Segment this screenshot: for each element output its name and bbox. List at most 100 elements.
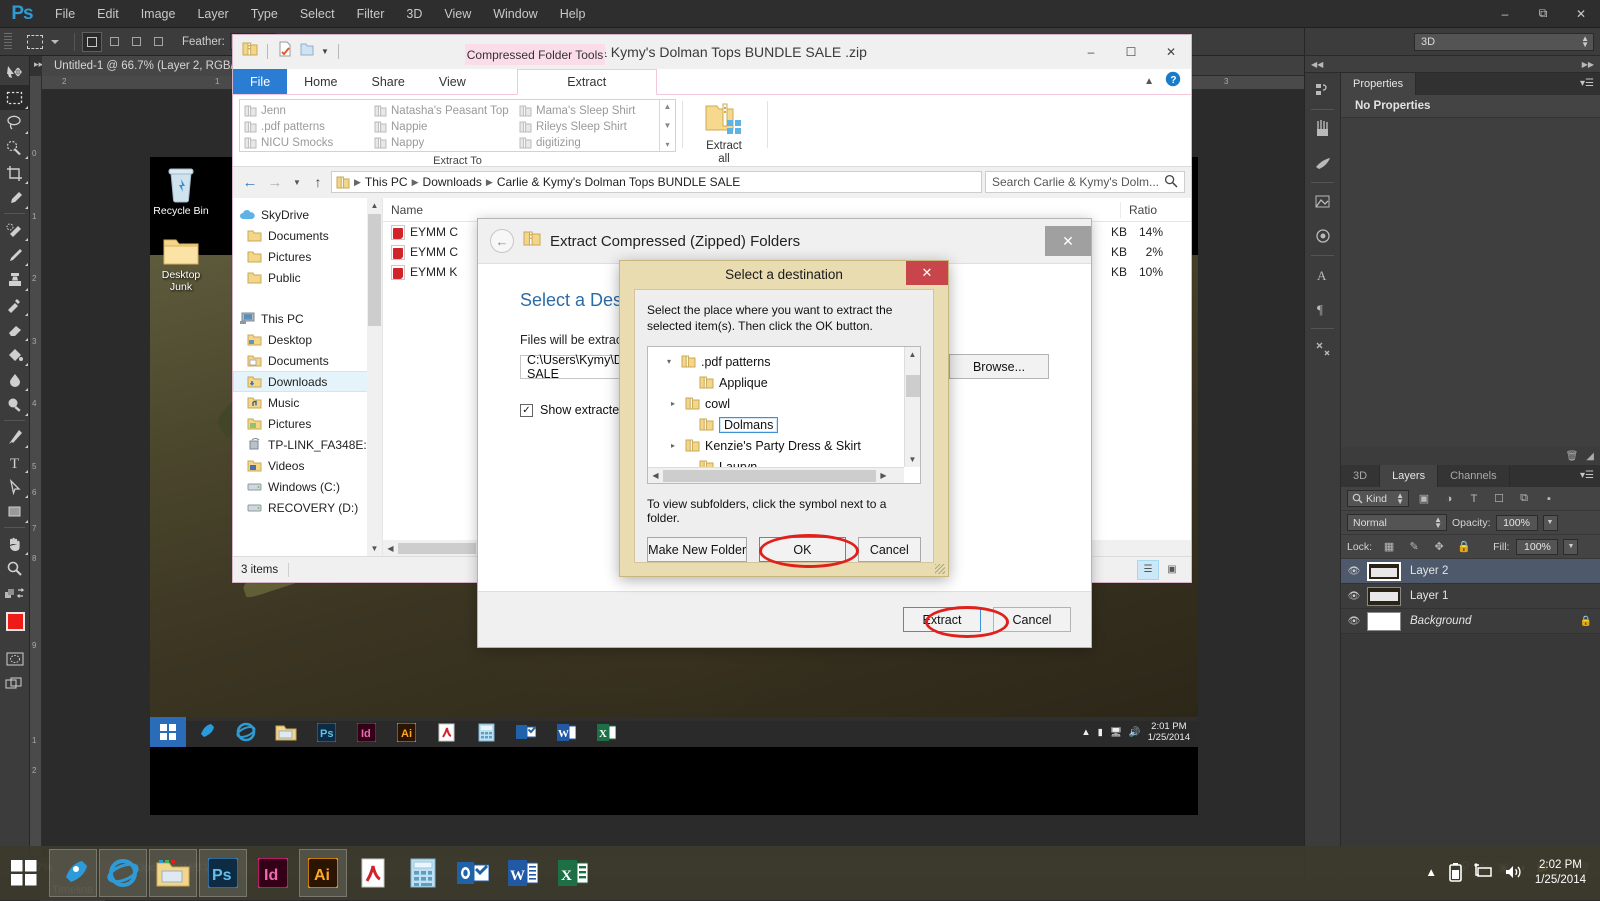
menu-filter[interactable]: Filter — [346, 0, 396, 28]
lock-transparency-icon[interactable]: ▦ — [1379, 538, 1399, 556]
document-tab[interactable]: Untitled-1 @ 66.7% (Layer 2, RGB/8 — [42, 56, 254, 76]
scrollbar-thumb[interactable] — [663, 469, 876, 482]
sidebar-item-skydrive[interactable]: SkyDrive — [233, 204, 382, 225]
marquee-tool-icon[interactable] — [27, 34, 43, 49]
extract-button[interactable]: Extract — [903, 607, 981, 632]
tab-channels[interactable]: Channels — [1438, 465, 1510, 487]
taskbar-indesign-icon[interactable]: Id — [249, 849, 297, 897]
tab-properties[interactable]: Properties — [1341, 73, 1417, 95]
history-brush-tool-icon[interactable] — [0, 292, 29, 317]
dodge-tool-icon[interactable] — [0, 392, 29, 417]
layer-thumbnail[interactable] — [1367, 586, 1401, 606]
move-tool-icon[interactable] — [0, 60, 29, 85]
pen-tool-icon[interactable] — [0, 424, 29, 449]
layer-row-layer-2[interactable]: 👁 Layer 2 — [1341, 559, 1600, 584]
tab-file[interactable]: File — [233, 69, 288, 94]
gallery-item[interactable]: Natasha's Peasant Top — [374, 103, 515, 119]
taskbar-word-icon[interactable]: W — [499, 849, 547, 897]
menu-file[interactable]: File — [44, 0, 86, 28]
extract-destination-gallery[interactable]: Jenn .pdf patterns NICU Smocks Natasha's… — [239, 99, 676, 152]
taskbar-excel-icon[interactable]: X — [549, 849, 597, 897]
eyedropper-tool-icon[interactable] — [0, 185, 29, 210]
navigation-pane-scrollbar[interactable]: ▲ ▼ — [367, 198, 382, 556]
cancel-button[interactable]: Cancel — [857, 537, 921, 562]
tree-node-applique[interactable]: Applique — [648, 372, 904, 393]
make-new-folder-button[interactable]: Make New Folder — [647, 537, 748, 562]
chevron-down-icon[interactable]: ▼ — [321, 47, 329, 56]
filter-adjustment-icon[interactable]: ◑ — [1439, 490, 1459, 508]
scrollbar-thumb[interactable] — [906, 375, 920, 397]
desktop-icon-recycle-bin[interactable]: Recycle Bin — [150, 165, 212, 217]
breadcrumb-this-pc[interactable]: This PC — [365, 175, 408, 189]
menu-image[interactable]: Image — [130, 0, 187, 28]
brush-rail-icon[interactable] — [1305, 146, 1340, 180]
up-button[interactable]: ↑ — [308, 174, 328, 190]
search-input[interactable]: Search Carlie & Kymy's Dolm... — [985, 171, 1185, 193]
taskbar-acrobat-icon[interactable] — [349, 849, 397, 897]
spinner-icon[interactable]: ▲ ▼ — [1434, 516, 1442, 530]
collapse-ribbon-icon[interactable]: ▲ — [1144, 76, 1154, 87]
tab-home[interactable]: Home — [287, 69, 354, 94]
sidebar-item-pictures[interactable]: Pictures — [233, 413, 382, 434]
breadcrumb[interactable]: ▶ This PC ▶ Downloads ▶ Carlie & Kymy's … — [331, 171, 982, 193]
tray-expand-icon[interactable]: ▲ — [1425, 867, 1436, 879]
gallery-item[interactable]: .pdf patterns — [244, 119, 370, 135]
history-rail-icon[interactable] — [1305, 73, 1340, 107]
filter-smart-object-icon[interactable]: ⧉ — [1514, 490, 1534, 508]
properties-icon[interactable] — [277, 41, 293, 62]
foreground-color-swatch[interactable] — [6, 612, 25, 631]
explorer-titlebar[interactable]: ▼ Carlie & Kymy's Dolman Tops BUNDLE SAL… — [233, 35, 1191, 69]
minimize-icon[interactable]: – — [1071, 35, 1111, 69]
clone-stamp-tool-icon[interactable] — [0, 267, 29, 292]
lasso-tool-icon[interactable] — [0, 110, 29, 135]
taskbar-rocket-icon[interactable] — [186, 717, 226, 747]
tab-share[interactable]: Share — [355, 69, 422, 94]
quick-mask-icon[interactable] — [0, 646, 29, 671]
opacity-dropdown-icon[interactable]: ▼ — [1542, 514, 1558, 531]
layer-thumbnail[interactable] — [1367, 611, 1401, 631]
sidebar-item-public[interactable]: Public — [233, 267, 382, 288]
gallery-item[interactable]: Nappy — [374, 135, 515, 151]
brush-presets-rail-icon[interactable] — [1305, 112, 1340, 146]
sidebar-item-pictures-skydrive[interactable]: Pictures — [233, 246, 382, 267]
healing-brush-tool-icon[interactable] — [0, 217, 29, 242]
large-icons-view-button[interactable]: ▣ — [1161, 560, 1183, 580]
search-icon[interactable] — [1164, 174, 1178, 191]
add-selection-button[interactable] — [104, 32, 124, 52]
volume-icon[interactable] — [1505, 864, 1523, 883]
taskbar-internet-explorer-icon[interactable] — [99, 849, 147, 897]
crop-tool-icon[interactable] — [0, 160, 29, 185]
rectangle-tool-icon[interactable] — [0, 499, 29, 524]
subtract-selection-button[interactable] — [126, 32, 146, 52]
blend-mode-select[interactable]: Normal ▲ ▼ — [1347, 514, 1447, 531]
taskbar-word-icon[interactable]: W — [546, 717, 586, 747]
captured-clock[interactable]: 2:01 PM 1/25/2014 — [1148, 721, 1190, 743]
gallery-item[interactable]: digitizing — [519, 135, 655, 151]
layer-visibility-icon[interactable]: 👁 — [1341, 566, 1367, 577]
layer-row-layer-1[interactable]: 👁 Layer 1 — [1341, 584, 1600, 609]
taskbar-photoshop-icon[interactable]: Ps — [306, 717, 346, 747]
scroll-down-icon[interactable]: ▼ — [367, 541, 382, 556]
menu-help[interactable]: Help — [549, 0, 597, 28]
taskbar-rocket-icon[interactable] — [49, 849, 97, 897]
close-icon[interactable]: ✕ — [1045, 226, 1091, 256]
options-bar-grip[interactable] — [4, 32, 12, 51]
tree-node-dolmans[interactable]: Dolmans — [648, 414, 904, 435]
taskbar-calculator-icon[interactable] — [399, 849, 447, 897]
edit-toolbar-icon[interactable] — [0, 581, 29, 606]
browse-button[interactable]: Browse... — [949, 354, 1049, 379]
layer-visibility-icon[interactable]: 👁 — [1341, 591, 1367, 602]
collapse-right-icon[interactable]: ▶▶ — [1582, 60, 1594, 69]
destination-dialog-titlebar[interactable]: Select a destination ✕ — [620, 261, 948, 287]
menu-type[interactable]: Type — [240, 0, 289, 28]
tab-layers[interactable]: Layers — [1380, 465, 1439, 487]
help-icon[interactable]: ? — [1165, 71, 1181, 92]
close-icon[interactable]: ✕ — [906, 261, 948, 285]
windows-start-icon[interactable] — [0, 846, 48, 900]
menu-layer[interactable]: Layer — [186, 0, 239, 28]
spinner-icon[interactable]: ▲ ▼ — [1396, 492, 1404, 506]
filter-pixel-icon[interactable]: ▣ — [1414, 490, 1434, 508]
workspace-selector[interactable]: 3D ▲ ▼ — [1414, 32, 1594, 51]
scrollbar-thumb[interactable] — [398, 542, 476, 554]
filter-toggle-icon[interactable]: ▪ — [1539, 490, 1559, 508]
